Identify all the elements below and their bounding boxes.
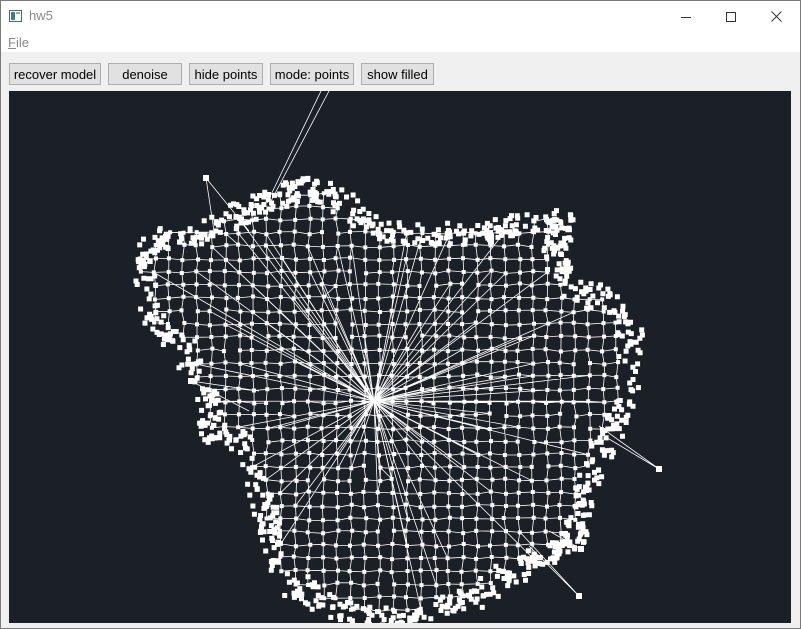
mesh-points	[133, 175, 662, 623]
mesh-vertices	[133, 175, 662, 623]
recover-model-button[interactable]: recover model	[9, 63, 101, 85]
menu-file[interactable]: File	[8, 35, 29, 50]
render-viewport[interactable]	[9, 91, 791, 623]
close-icon	[770, 11, 782, 22]
menu-file-label: ile	[15, 35, 29, 50]
title-bar[interactable]: hw5	[1, 1, 800, 32]
hide-points-button[interactable]: hide points	[189, 63, 263, 85]
mode-button[interactable]: mode: points	[270, 63, 354, 85]
menu-file-mnemonic: F	[8, 35, 16, 50]
mesh-canvas[interactable]	[9, 91, 791, 623]
toolbar: recover model denoise hide points mode: …	[1, 52, 800, 90]
denoise-button[interactable]: denoise	[108, 63, 182, 85]
menu-bar: File	[1, 32, 800, 52]
app-window: hw5 File recover model denoise hide poin…	[0, 0, 801, 629]
close-button[interactable]	[753, 1, 799, 32]
maximize-icon	[726, 11, 736, 22]
minimize-button[interactable]	[663, 1, 709, 32]
app-icon	[9, 10, 22, 22]
minimize-icon	[681, 16, 691, 18]
show-filled-button[interactable]: show filled	[361, 63, 434, 85]
maximize-button[interactable]	[708, 1, 754, 32]
window-title: hw5	[29, 8, 53, 23]
